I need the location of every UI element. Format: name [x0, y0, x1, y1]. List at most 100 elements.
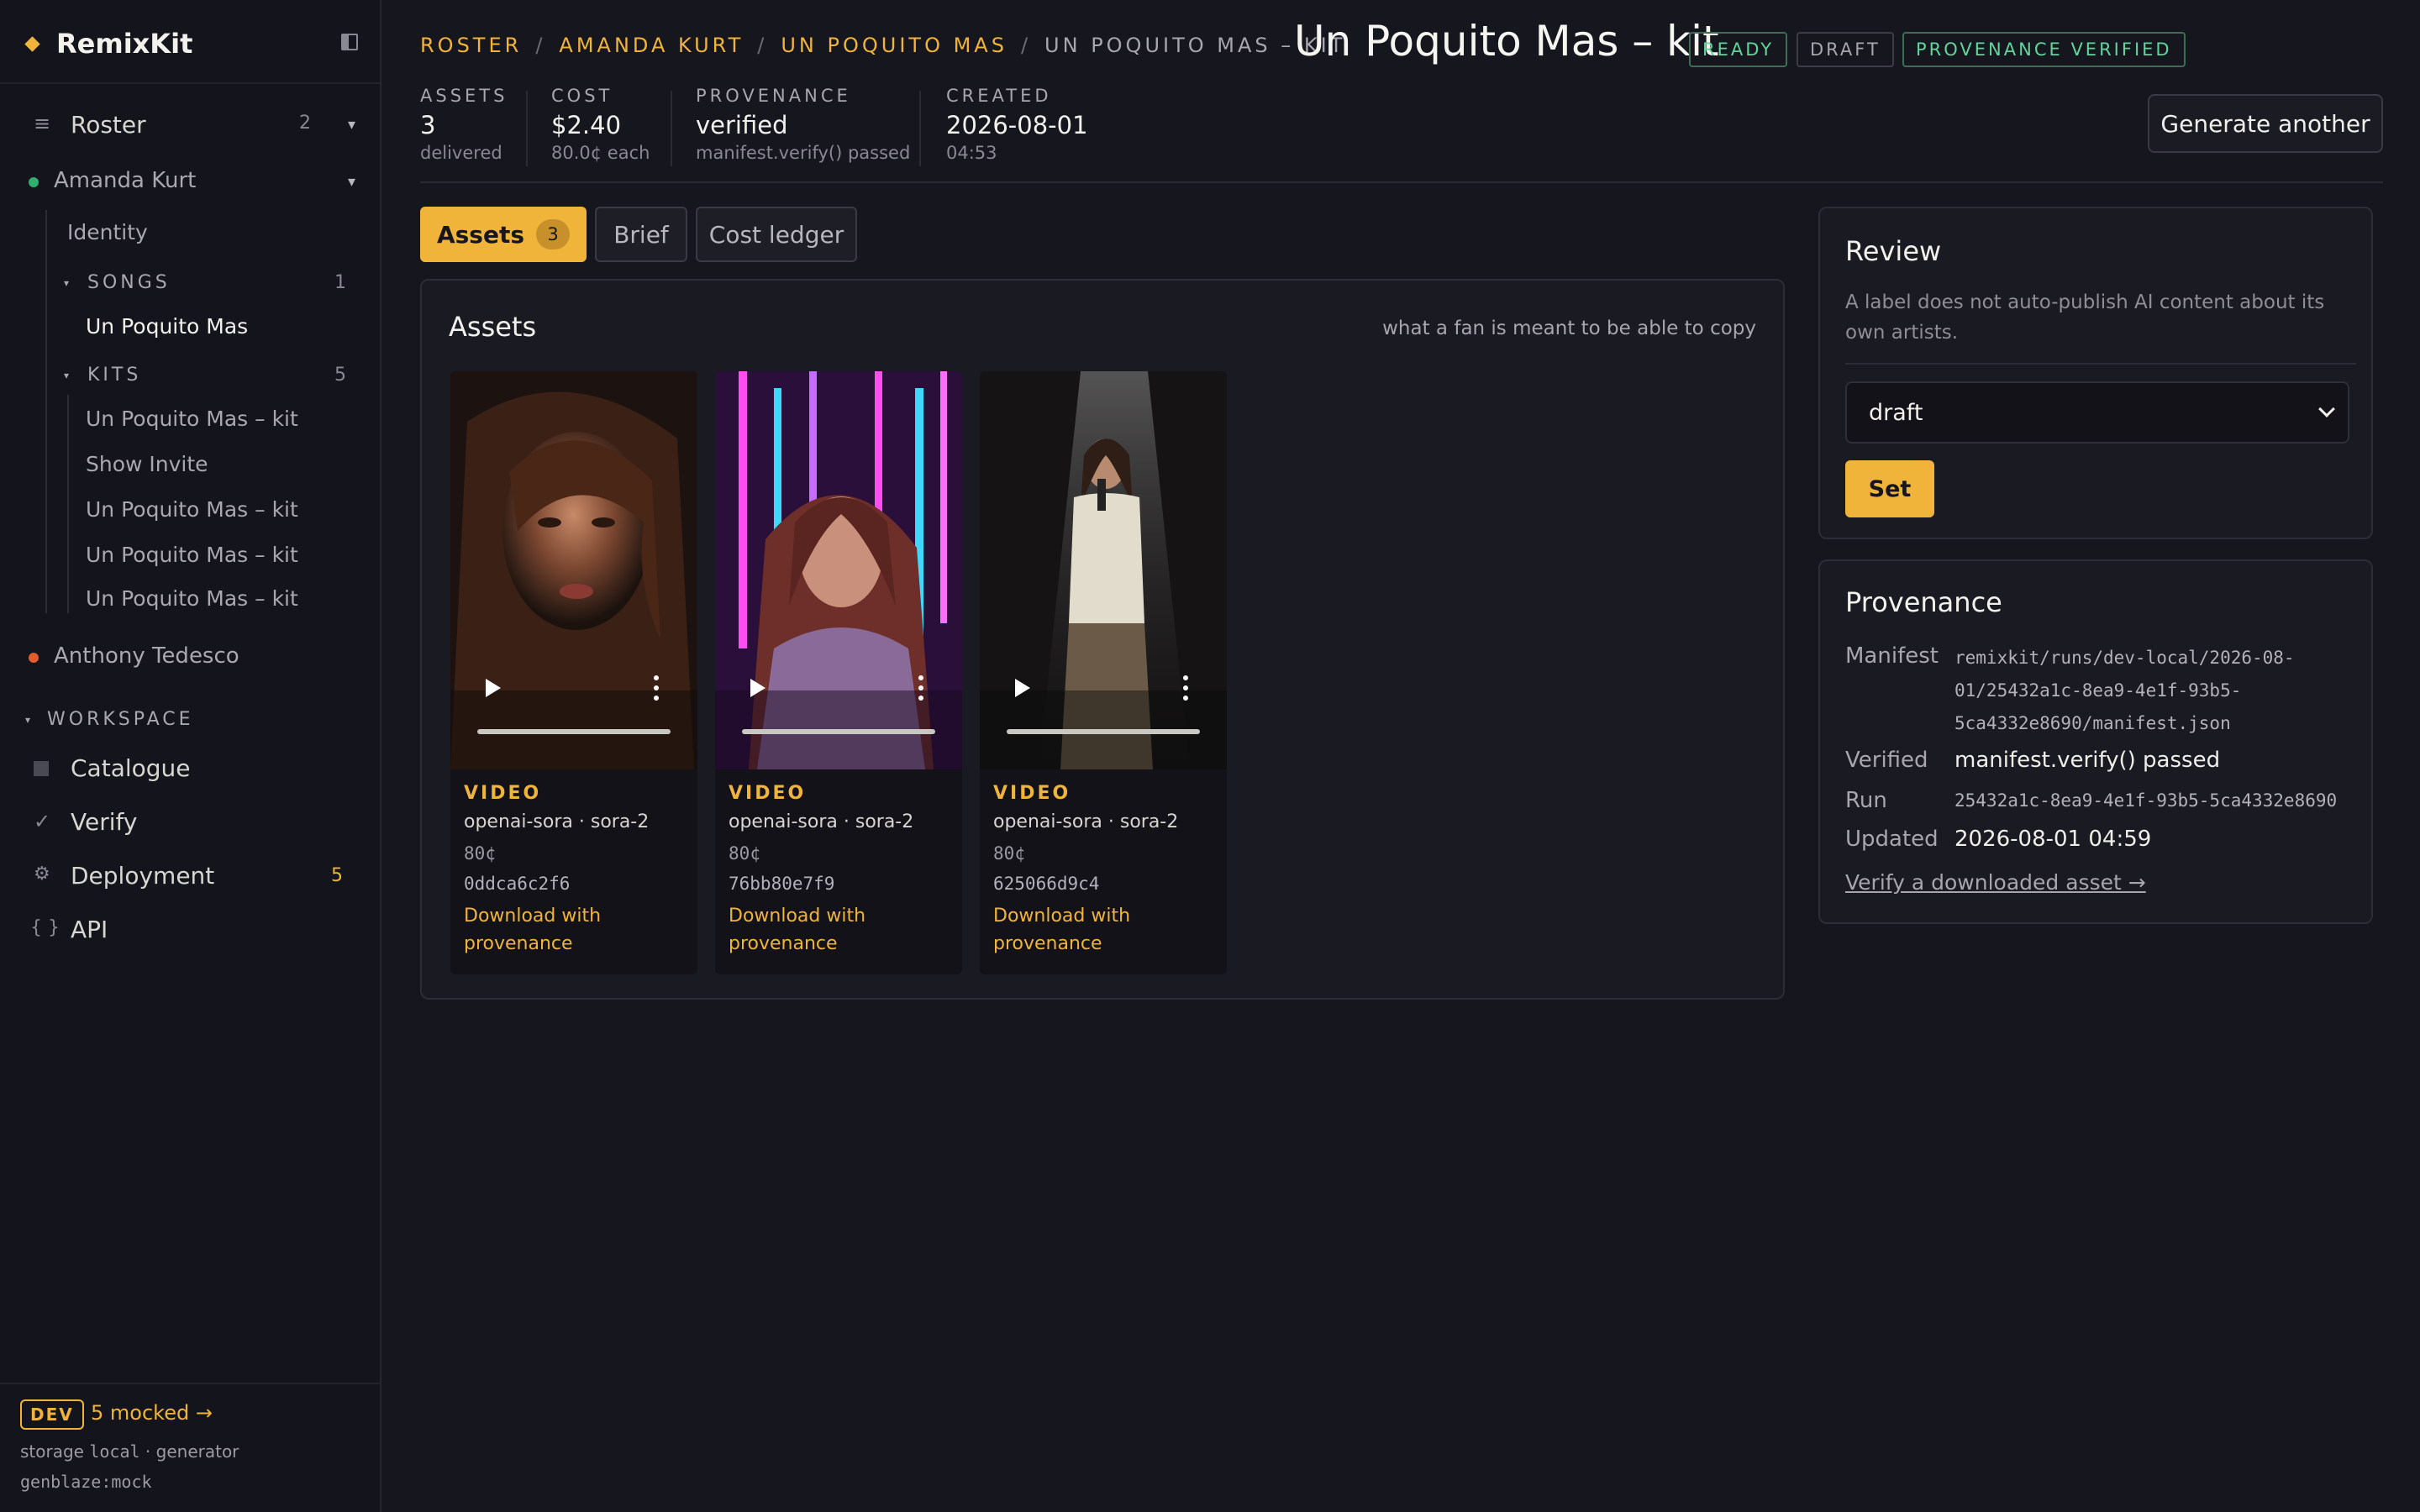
tab-assets[interactable]: Assets 3 — [420, 207, 587, 262]
workspace-section-header[interactable]: ▾ WORKSPACE — [0, 706, 380, 736]
review-panel: Review A label does not auto-publish AI … — [1818, 207, 2373, 539]
progress-bar[interactable] — [742, 729, 935, 734]
sidebar-item-api[interactable]: { } API — [0, 914, 380, 949]
mocked-link[interactable]: 5 mocked → — [91, 1401, 213, 1425]
asset-hash: 625066d9c4 — [993, 874, 1100, 894]
sidebar-item-label: API — [71, 916, 108, 943]
video-thumbnail[interactable] — [450, 371, 697, 769]
sidebar-item-kit[interactable]: Un Poquito Mas – kit — [0, 494, 380, 528]
check-icon: ✓ — [34, 810, 51, 833]
asset-hash: 76bb80e7f9 — [729, 874, 835, 894]
stat-label: COST — [551, 86, 613, 106]
breadcrumb-artist[interactable]: AMANDA KURT — [559, 34, 744, 57]
manifest-path-line: 01/25432a1c-8ea9-4e1f-93b5- — [1954, 680, 2242, 701]
section-label: SONGS — [87, 272, 171, 293]
chevron-down-icon[interactable]: ▾ — [348, 173, 355, 191]
video-thumbnail[interactable] — [715, 371, 962, 769]
stat-value: verified — [696, 111, 788, 139]
sidebar-item-kit[interactable]: Un Poquito Mas – kit — [0, 403, 380, 437]
asset-type: VIDEO — [993, 783, 1071, 804]
progress-bar[interactable] — [1007, 729, 1200, 734]
storage-label: storage — [20, 1441, 84, 1462]
tab-brief[interactable]: Brief — [595, 207, 687, 262]
collapse-sidebar-icon[interactable] — [341, 34, 358, 50]
play-icon[interactable] — [1015, 679, 1030, 697]
more-options-icon[interactable] — [654, 675, 659, 701]
download-link[interactable]: Download with provenance — [993, 902, 1212, 958]
app-name: RemixKit — [56, 28, 193, 60]
manifest-path[interactable]: remixkit/runs/dev-local/2026-08- 01/2543… — [1954, 642, 2295, 740]
asset-model: openai-sora · sora-2 — [993, 811, 1179, 832]
sidebar-item-label: Un Poquito Mas – kit — [86, 586, 298, 611]
breadcrumb-roster[interactable]: ROSTER — [420, 34, 522, 57]
sidebar-item-catalogue[interactable]: Catalogue — [0, 753, 380, 788]
stat-provenance: PROVENANCE verified manifest.verify() pa… — [696, 86, 910, 163]
sidebar-item-kit[interactable]: Un Poquito Mas – kit — [0, 583, 380, 617]
breadcrumb: ROSTER / AMANDA KURT / UN POQUITO MAS / … — [420, 34, 1345, 57]
sidebar-item-label: Un Poquito Mas – kit — [86, 543, 298, 567]
review-status-select[interactable]: draft — [1845, 381, 2349, 444]
sidebar-item-song[interactable]: Un Poquito Mas — [0, 311, 380, 344]
sidebar-item-roster[interactable]: ≡ Roster 2 ▾ — [0, 109, 380, 143]
review-description: A label does not auto-publish AI content… — [1845, 291, 2325, 344]
dev-footer: DEV 5 mocked → storage local · generator… — [0, 1383, 380, 1512]
sidebar-item-label: Show Invite — [86, 452, 208, 476]
kits-count: 5 — [334, 365, 346, 386]
status-badge-draft: DRAFT — [1797, 32, 1894, 67]
sidebar-item-verify[interactable]: ✓ Verify — [0, 806, 380, 842]
sidebar-item-kit[interactable]: Show Invite — [0, 449, 380, 482]
artist-name: Anthony Tedesco — [54, 643, 239, 669]
brand[interactable]: RemixKit — [24, 25, 193, 62]
triangle-down-icon: ▾ — [25, 714, 31, 726]
songs-section-header[interactable]: ▾ SONGS 1 — [0, 269, 380, 299]
status-dot-icon — [29, 177, 39, 187]
triangle-down-icon: ▾ — [64, 370, 70, 381]
artist-name: Amanda Kurt — [54, 168, 197, 193]
set-button[interactable]: Set — [1845, 460, 1934, 517]
download-link[interactable]: Download with provenance — [729, 902, 947, 958]
asset-card: VIDEO openai-sora · sora-2 80¢ 0ddca6c2f… — [450, 371, 697, 974]
braces-icon: { } — [30, 917, 60, 938]
play-icon[interactable] — [486, 679, 501, 697]
breadcrumb-separator: / — [757, 34, 768, 57]
asset-type: VIDEO — [729, 783, 807, 804]
roster-count: 2 — [299, 113, 311, 134]
asset-cost: 80¢ — [464, 843, 496, 864]
run-id: 25432a1c-8ea9-4e1f-93b5-5ca4332e8690 — [1954, 790, 2338, 811]
kits-section-header[interactable]: ▾ KITS 5 — [0, 361, 380, 391]
download-link[interactable]: Download with provenance — [464, 902, 682, 958]
tab-cost-ledger[interactable]: Cost ledger — [696, 207, 857, 262]
breadcrumb-song[interactable]: UN POQUITO MAS — [781, 34, 1007, 57]
sidebar-item-artist-amanda-kurt[interactable]: Amanda Kurt ▾ — [0, 165, 380, 198]
deployment-count: 5 — [331, 865, 343, 886]
sidebar-item-label: Un Poquito Mas – kit — [86, 497, 298, 522]
generate-another-button[interactable]: Generate another — [2148, 94, 2383, 153]
more-options-icon[interactable] — [918, 675, 923, 701]
asset-card: VIDEO openai-sora · sora-2 80¢ 76bb80e7f… — [715, 371, 962, 974]
generator-label: · generator — [145, 1441, 239, 1462]
progress-bar[interactable] — [477, 729, 671, 734]
verify-asset-link[interactable]: Verify a downloaded asset → — [1845, 870, 2146, 895]
sidebar-item-deployment[interactable]: ⚙ Deployment 5 — [0, 860, 380, 895]
sidebar-item-kit[interactable]: Un Poquito Mas – kit — [0, 539, 380, 573]
section-label: WORKSPACE — [47, 709, 194, 730]
stat-sub: manifest.verify() passed — [696, 143, 911, 163]
more-options-icon[interactable] — [1183, 675, 1188, 701]
sidebar-item-identity[interactable]: Identity — [0, 217, 380, 250]
stat-label: CREATED — [946, 86, 1052, 106]
tab-label: Cost ledger — [708, 220, 844, 249]
sidebar-item-artist-anthony-tedesco[interactable]: Anthony Tedesco — [0, 640, 380, 674]
play-icon[interactable] — [750, 679, 765, 697]
chevron-down-icon[interactable]: ▾ — [348, 116, 355, 134]
stat-assets: ASSETS 3 delivered — [420, 86, 508, 163]
dev-badge: DEV — [20, 1399, 84, 1430]
sidebar-item-label: Verify — [71, 808, 138, 836]
tab-count-badge: 3 — [536, 219, 571, 249]
sidebar-item-label: Identity — [67, 220, 148, 244]
stat-created: CREATED 2026-08-01 04:53 — [946, 86, 1088, 163]
video-thumbnail[interactable] — [980, 371, 1227, 769]
manifest-path-line: 5ca4332e8690/manifest.json — [1954, 713, 2231, 733]
provenance-panel: Provenance Manifest remixkit/runs/dev-lo… — [1818, 559, 2373, 924]
panel-title: Provenance — [1845, 586, 2002, 618]
panel-title: Assets — [449, 311, 537, 343]
